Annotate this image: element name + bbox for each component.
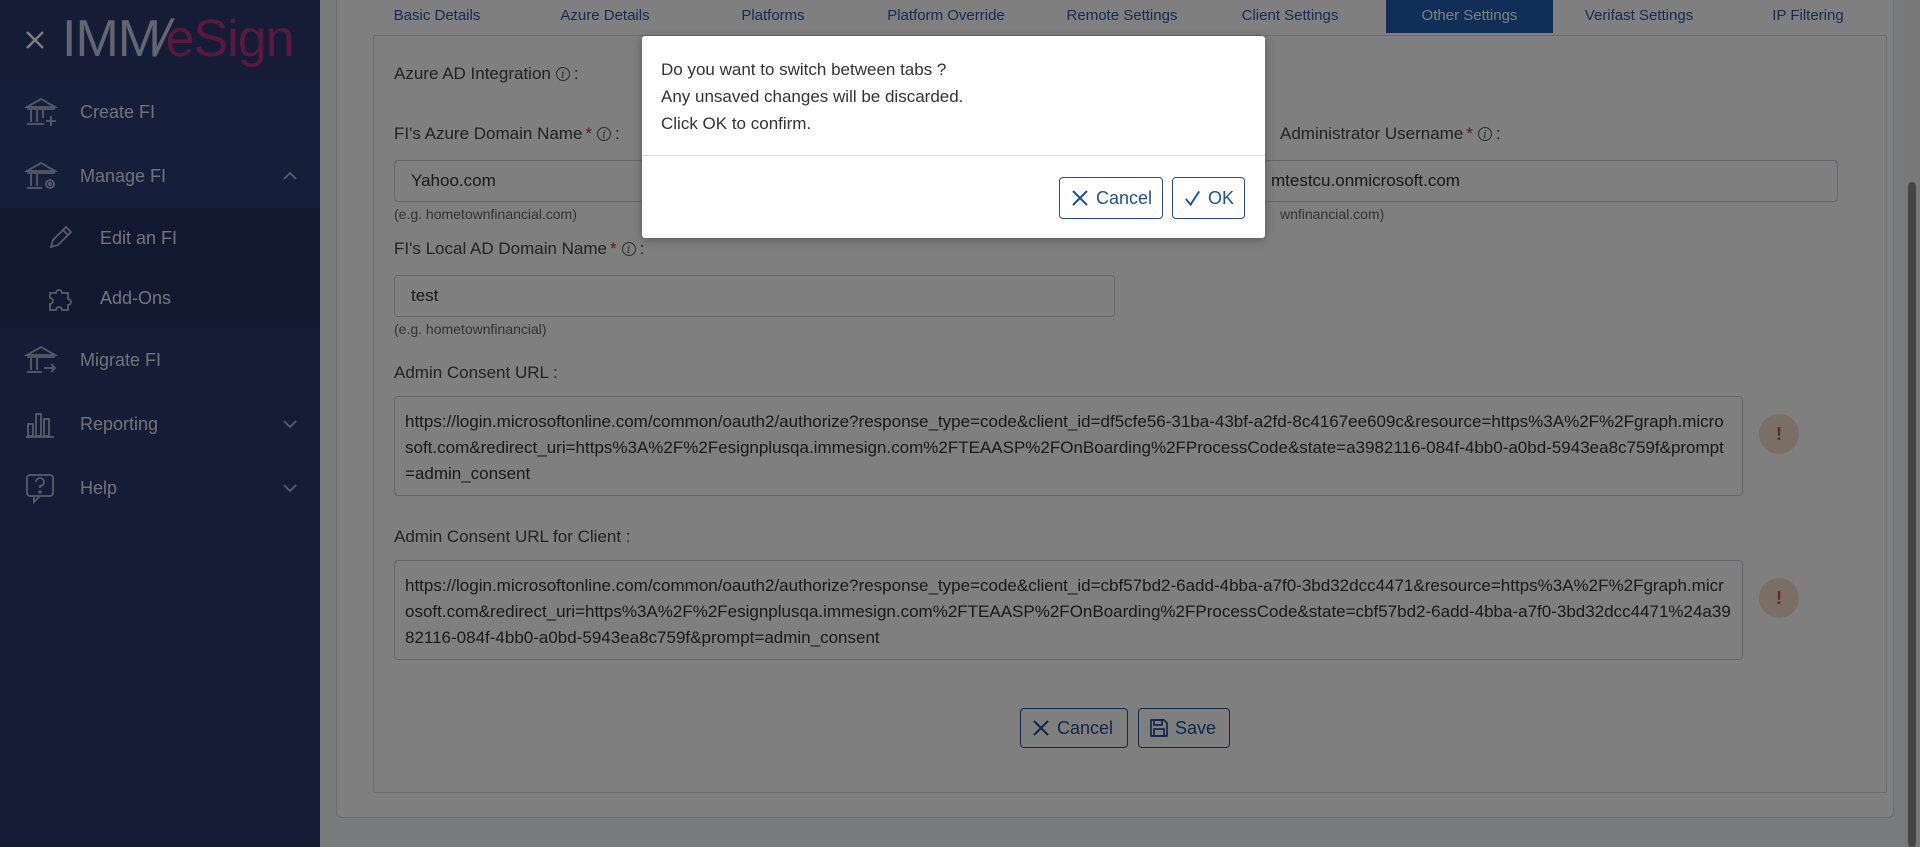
dialog-ok-button[interactable]: OK: [1172, 177, 1245, 219]
button-label: Cancel: [1095, 187, 1152, 208]
dialog-message-line: Any unsaved changes will be discarded.: [661, 87, 964, 106]
button-label: OK: [1207, 187, 1234, 208]
dialog-divider: [642, 155, 1265, 156]
dialog-message-line: Do you want to switch between tabs ?: [661, 60, 947, 79]
dialog-message: Do you want to switch between tabs ? Any…: [661, 56, 963, 137]
confirm-dialog: Do you want to switch between tabs ? Any…: [642, 36, 1265, 238]
checkmark-icon: [1185, 190, 1200, 207]
dialog-message-line: Click OK to confirm.: [661, 114, 812, 133]
close-icon: [1072, 190, 1088, 206]
dialog-cancel-button[interactable]: Cancel: [1059, 177, 1163, 219]
